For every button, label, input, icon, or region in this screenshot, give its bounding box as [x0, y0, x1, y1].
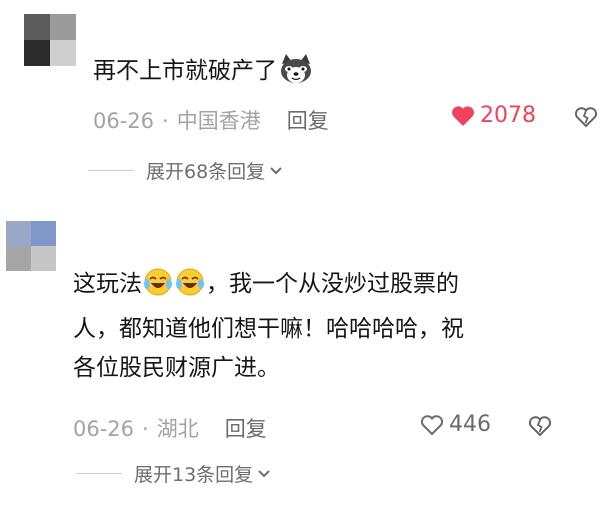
- like-count: 2078: [480, 103, 536, 128]
- crying-laughing-emoji-icon: [175, 267, 205, 307]
- chevron-down-icon: [258, 469, 270, 477]
- comment-text: 再不上市就破产了: [93, 54, 315, 94]
- comment-date: 06-26: [93, 109, 155, 133]
- expand-replies-button[interactable]: 展开68条回复: [88, 157, 283, 184]
- comment-text-segment: 这玩法: [73, 271, 142, 297]
- separator-dot: ·: [142, 417, 149, 441]
- comment-text-line: 人，都知道他们想干嘛！哈哈哈哈，祝: [73, 316, 464, 342]
- dislike-button[interactable]: [574, 106, 598, 132]
- divider-line: [76, 473, 122, 474]
- crying-laughing-emoji-icon: [143, 267, 173, 307]
- heart-filled-icon: [452, 105, 474, 126]
- comment-text-line: 各位股民财源广进。: [73, 355, 280, 381]
- expand-replies-label: 展开68条回复: [146, 161, 266, 183]
- comment-location: 湖北: [156, 417, 199, 441]
- comment-text-line: 这玩法 ，我一个从没炒过股票的: [73, 267, 573, 307]
- comment-meta: 06-26 · 中国香港 回复: [93, 105, 329, 135]
- reply-button[interactable]: 回复: [287, 109, 329, 133]
- comment-meta: 06-26 · 湖北 回复: [73, 413, 267, 443]
- avatar[interactable]: [6, 221, 56, 271]
- expand-replies-button[interactable]: 展开13条回复: [76, 460, 271, 487]
- divider-line: [88, 170, 134, 171]
- expand-replies-label: 展开13条回复: [134, 464, 254, 486]
- comment-location: 中国香港: [176, 109, 261, 133]
- like-count: 446: [449, 412, 491, 437]
- like-button[interactable]: 446: [420, 412, 491, 437]
- comment-text-line: 再不上市就破产了: [93, 58, 277, 84]
- dislike-button[interactable]: [528, 415, 552, 441]
- reply-button[interactable]: 回复: [225, 417, 267, 441]
- husky-face-emoji-icon: [278, 54, 314, 94]
- like-button[interactable]: 2078: [451, 103, 536, 128]
- separator-dot: ·: [162, 109, 169, 133]
- avatar[interactable]: [24, 14, 76, 66]
- heart-outline-icon: [420, 414, 444, 435]
- comment-text: 这玩法 ，我一个从没炒过股票的 人，都知道他们想干嘛！哈哈哈哈，祝 各位股民财源…: [73, 267, 573, 385]
- broken-heart-icon: [528, 416, 552, 437]
- comment-date: 06-26: [73, 417, 135, 441]
- chevron-down-icon: [270, 166, 282, 174]
- broken-heart-icon: [574, 107, 598, 128]
- comment-text-segment: ，我一个从没炒过股票的: [206, 271, 459, 297]
